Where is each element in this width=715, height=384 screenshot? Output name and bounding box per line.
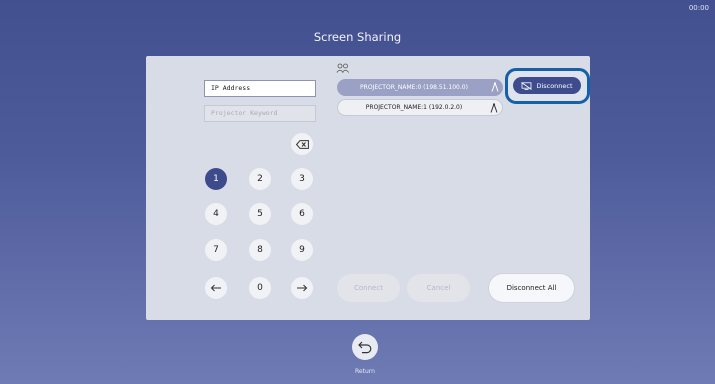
return-icon: [358, 341, 372, 354]
screen-sharing-panel: IP Address Projector Keyword 1 2 3 4 5 6…: [146, 56, 590, 320]
arrow-right-key[interactable]: [291, 277, 313, 299]
projector-name: PROJECTOR_NAME:0 (198.51.100.0): [360, 84, 468, 91]
disconnect-icon: [521, 81, 533, 90]
disconnect-all-button[interactable]: Disconnect All: [489, 274, 574, 302]
key-8[interactable]: 8: [249, 239, 271, 261]
arrow-right-icon: [297, 284, 308, 292]
projector-name: PROJECTOR_NAME:1 (192.0.2.0): [365, 104, 463, 111]
projector-keyword-field[interactable]: Projector Keyword: [204, 105, 316, 122]
arrow-left-icon: [210, 284, 221, 292]
key-6[interactable]: 6: [291, 203, 313, 225]
key-7[interactable]: 7: [205, 239, 227, 261]
backspace-key[interactable]: [291, 133, 313, 155]
ip-address-field[interactable]: IP Address: [204, 80, 316, 97]
connect-button[interactable]: Connect: [337, 274, 400, 302]
disconnect-focus-ring: Disconnect: [505, 68, 590, 104]
projector-item-1[interactable]: PROJECTOR_NAME:1 (192.0.2.0): [337, 99, 503, 116]
key-4[interactable]: 4: [205, 203, 227, 225]
projector-item-0[interactable]: PROJECTOR_NAME:0 (198.51.100.0): [337, 79, 503, 96]
disconnect-button[interactable]: Disconnect: [513, 77, 581, 94]
clock: 00:00: [688, 4, 709, 12]
return-label: Return: [355, 368, 375, 375]
key-1[interactable]: 1: [205, 168, 227, 190]
key-2[interactable]: 2: [249, 168, 271, 190]
disconnect-label: Disconnect: [536, 81, 573, 90]
key-5[interactable]: 5: [249, 203, 271, 225]
people-icon: [336, 63, 350, 73]
arrow-left-key[interactable]: [205, 277, 227, 299]
backspace-icon: [295, 139, 309, 149]
page-title: Screen Sharing: [313, 30, 402, 44]
cancel-button[interactable]: Cancel: [407, 274, 470, 302]
projector-connection-icon: [491, 82, 499, 92]
return-button[interactable]: [352, 334, 378, 360]
projector-connection-icon: [490, 103, 498, 113]
key-9[interactable]: 9: [291, 239, 313, 261]
key-0[interactable]: 0: [249, 277, 271, 299]
key-3[interactable]: 3: [291, 168, 313, 190]
